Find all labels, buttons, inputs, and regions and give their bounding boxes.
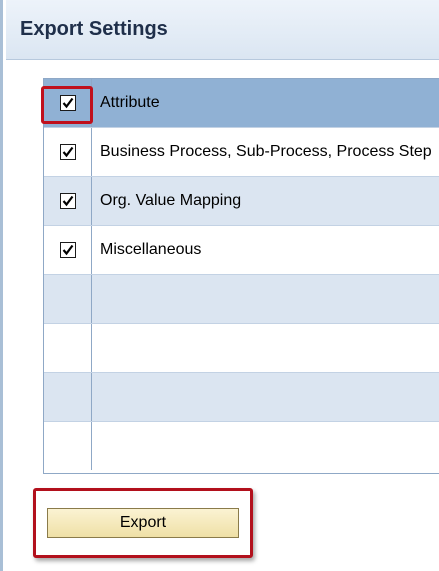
export-button[interactable]: Export bbox=[47, 508, 239, 538]
checkmark-icon bbox=[62, 244, 74, 256]
row-label: Miscellaneous bbox=[100, 241, 202, 258]
label-cell bbox=[92, 324, 439, 372]
label-cell bbox=[92, 275, 439, 323]
page-title: Export Settings bbox=[20, 18, 168, 40]
label-cell bbox=[92, 373, 439, 421]
row-label: Attribute bbox=[100, 94, 160, 111]
checkmark-icon bbox=[62, 146, 74, 158]
check-cell bbox=[44, 373, 92, 421]
label-cell bbox=[92, 422, 439, 470]
export-highlight-frame: Export bbox=[33, 488, 253, 558]
table-row[interactable]: Miscellaneous bbox=[44, 226, 439, 275]
table-row bbox=[44, 373, 439, 422]
attribute-checkbox[interactable] bbox=[60, 95, 76, 111]
miscellaneous-checkbox[interactable] bbox=[60, 242, 76, 258]
check-cell bbox=[44, 128, 92, 176]
label-cell: Attribute bbox=[92, 79, 439, 127]
org-value-mapping-checkbox[interactable] bbox=[60, 193, 76, 209]
business-process-checkbox[interactable] bbox=[60, 144, 76, 160]
check-cell bbox=[44, 79, 92, 127]
table-row[interactable]: Business Process, Sub-Process, Process S… bbox=[44, 128, 439, 177]
check-cell bbox=[44, 177, 92, 225]
check-cell bbox=[44, 324, 92, 372]
table-row bbox=[44, 422, 439, 471]
checkmark-icon bbox=[62, 195, 74, 207]
export-options-table: Attribute Business Process, Sub-Process,… bbox=[43, 78, 439, 474]
label-cell: Business Process, Sub-Process, Process S… bbox=[92, 128, 439, 176]
panel-header: Export Settings bbox=[6, 0, 439, 60]
row-label: Business Process, Sub-Process, Process S… bbox=[100, 143, 432, 160]
table-row[interactable]: Org. Value Mapping bbox=[44, 177, 439, 226]
export-settings-panel: Export Settings Attribute Business Proce… bbox=[0, 0, 439, 571]
check-cell bbox=[44, 422, 92, 470]
label-cell: Org. Value Mapping bbox=[92, 177, 439, 225]
check-cell bbox=[44, 226, 92, 274]
row-label: Org. Value Mapping bbox=[100, 192, 242, 209]
table-row bbox=[44, 275, 439, 324]
table-row[interactable]: Attribute bbox=[44, 79, 439, 128]
label-cell: Miscellaneous bbox=[92, 226, 439, 274]
table-row bbox=[44, 324, 439, 373]
checkmark-icon bbox=[62, 97, 74, 109]
check-cell bbox=[44, 275, 92, 323]
